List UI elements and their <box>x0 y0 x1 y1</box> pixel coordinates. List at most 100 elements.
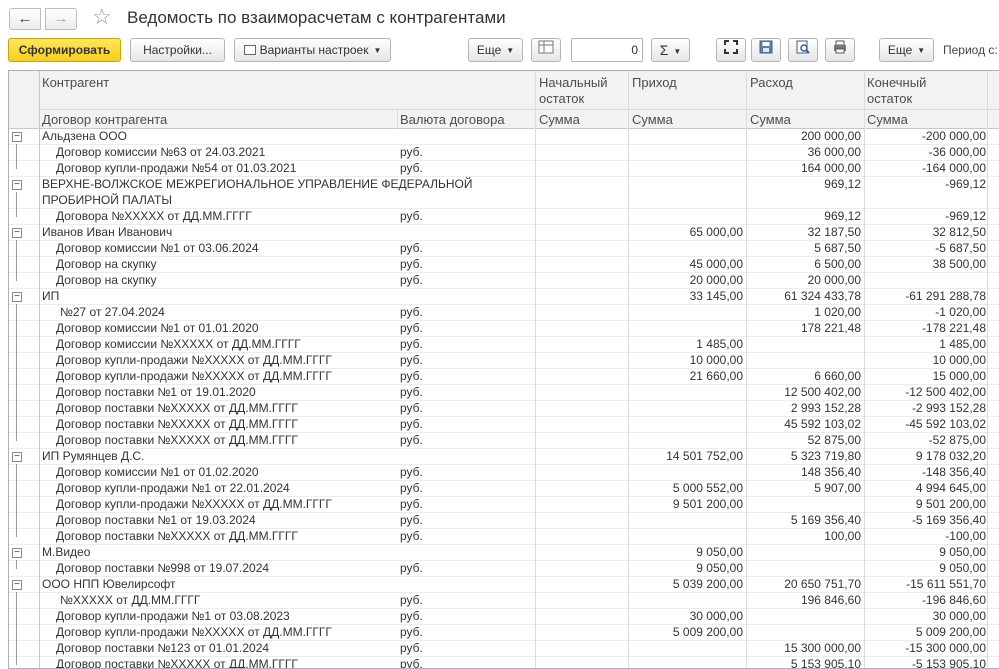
collapse-toggle-icon[interactable]: − <box>12 228 22 238</box>
table-row[interactable]: Договор на скупку руб. 45 000,00 6 500,00 38… <box>9 257 999 273</box>
closing-cell: 9 501 200,00 <box>915 497 986 511</box>
closing-cell: 5 009 200,00 <box>915 625 986 639</box>
table-row[interactable]: Договор купли-продажи №XXXXX от ДД.ММ.ГГ… <box>9 369 999 385</box>
table-row[interactable]: Договор комиссии №1 от 01.01.2020 руб. 178… <box>9 321 999 337</box>
contract-name: Договор поставки №XXXXX от ДД.ММ.ГГГГ <box>56 401 298 415</box>
collapse-toggle-icon[interactable]: − <box>12 548 22 558</box>
collapse-toggle-icon[interactable]: − <box>12 452 22 462</box>
table-row[interactable]: Договор поставки №1 от 19.01.2020 руб. 12 … <box>9 385 999 401</box>
preview-icon[interactable] <box>788 38 818 62</box>
variants-button[interactable]: Варианты настроек ▼ <box>234 38 391 62</box>
table-row[interactable]: Договор поставки №XXXXX от ДД.ММ.ГГГГ руб… <box>9 401 999 417</box>
contract-name: Договор комиссии №XXXXX от ДД.ММ.ГГГГ <box>56 337 301 351</box>
contract-name: №XXXXX от ДД.ММ.ГГГГ <box>60 593 201 607</box>
income-cell: 9 501 200,00 <box>672 497 743 511</box>
save-icon[interactable] <box>751 38 781 62</box>
collapse-toggle-icon[interactable]: − <box>12 132 22 142</box>
table-row[interactable]: Договор купли-продажи №1 от 22.01.2024 ру… <box>9 481 999 497</box>
closing-cell: 30 000,00 <box>932 609 986 623</box>
income-cell: 5 000 552,00 <box>672 481 743 495</box>
table-row[interactable]: Договор поставки №1 от 19.03.2024 руб. 5 1… <box>9 513 999 529</box>
closing-cell: 1 485,00 <box>939 337 986 351</box>
currency-cell: руб. <box>400 609 423 623</box>
table-row[interactable]: Договора №XXXXX от ДД.ММ.ГГГГ руб. 969,12 -… <box>9 209 999 225</box>
closing-cell: -45 592 103,02 <box>905 417 986 431</box>
income-cell: 33 145,00 <box>689 289 743 303</box>
currency-cell: руб. <box>400 401 423 415</box>
table-row[interactable]: Договор на скупку руб. 20 000,00 20 000,00 <box>9 273 999 289</box>
collapse-toggle-icon[interactable]: − <box>12 292 22 302</box>
expense-cell: 61 324 433,78 <box>784 289 861 303</box>
expense-cell: 6 660,00 <box>814 369 861 383</box>
contract-name: Договор поставки №998 от 19.07.2024 <box>56 561 270 575</box>
more-button-1[interactable]: Еще ▼ <box>468 38 523 62</box>
currency-cell: руб. <box>400 641 423 655</box>
table-row[interactable]: №27 от 27.04.2024 руб. 1 020,00 -1 020,00 <box>9 305 999 321</box>
counterparty-name: Альдзена ООО <box>42 129 127 143</box>
table-row[interactable]: Договор купли-продажи №1 от 03.08.2023 ру… <box>9 609 999 625</box>
counterparty-name: Иванов Иван Иванович <box>42 225 173 239</box>
forward-button[interactable]: → <box>45 8 77 30</box>
table-row[interactable]: Договор поставки №XXXXX от ДД.ММ.ГГГГ руб… <box>9 657 999 669</box>
closing-cell: -5 687,50 <box>935 241 986 255</box>
closing-cell: 9 050,00 <box>939 561 986 575</box>
table-row[interactable]: Договор купли-продажи №XXXXX от ДД.ММ.ГГ… <box>9 353 999 369</box>
generate-button[interactable]: Сформировать <box>8 38 121 62</box>
table-row[interactable]: Договор поставки №123 от 01.01.2024 руб. 1… <box>9 641 999 657</box>
sum-button[interactable]: Σ ▼ <box>651 38 690 62</box>
income-cell: 10 000,00 <box>689 353 743 367</box>
income-cell: 45 000,00 <box>689 257 743 271</box>
table-row[interactable]: Договор поставки №XXXXX от ДД.ММ.ГГГГ руб… <box>9 417 999 433</box>
number-field[interactable]: 0 <box>571 38 643 62</box>
table-row[interactable]: Договор комиссии №1 от 01.02.2020 руб. 148… <box>9 465 999 481</box>
group-row[interactable]: − ООО НПП Ювелирсофт 5 039 200,00 20 650 75… <box>9 577 999 593</box>
table-row[interactable]: №XXXXX от ДД.ММ.ГГГГ руб. 196 846,60 -196 8… <box>9 593 999 609</box>
currency-cell: руб. <box>400 385 423 399</box>
table-row[interactable]: Договор поставки №998 от 19.07.2024 руб. 9… <box>9 561 999 577</box>
table-row[interactable]: Договор купли-продажи №XXXXX от ДД.ММ.ГГ… <box>9 625 999 641</box>
table-row[interactable]: Договор купли-продажи №54 от 01.03.2021 р… <box>9 161 999 177</box>
table-settings-icon[interactable] <box>531 38 561 62</box>
group-row[interactable]: − М.Видео 9 050,00 9 050,00 <box>9 545 999 561</box>
table-row[interactable]: Договор поставки №XXXXX от ДД.ММ.ГГГГ руб… <box>9 529 999 545</box>
group-row[interactable]: − ИП 33 145,00 61 324 433,78 -61 291 288,78 <box>9 289 999 305</box>
expense-cell: 178 221,48 <box>800 321 861 335</box>
chevron-down-icon: ▼ <box>373 46 382 55</box>
group-row[interactable]: − ВЕРХНЕ-ВОЛЖСКОЕ МЕЖРЕГИОНАЛЬНОЕ УПРАВЛЕ… <box>9 177 999 209</box>
collapse-toggle-icon[interactable]: − <box>12 580 22 590</box>
currency-cell: руб. <box>400 209 423 223</box>
contract-name: №27 от 27.04.2024 <box>60 305 165 319</box>
contract-name: Договор комиссии №1 от 03.06.2024 <box>56 241 259 255</box>
counterparty-name-line2: ПРОБИРНОЙ ПАЛАТЫ <box>42 193 172 207</box>
more-button-2[interactable]: Еще ▼ <box>879 38 934 62</box>
closing-cell: -12 500 402,00 <box>905 385 986 399</box>
group-row[interactable]: − ИП Румянцев Д.С. 14 501 752,00 5 323 719,… <box>9 449 999 465</box>
contract-name: Договор купли-продажи №XXXXX от ДД.ММ.ГГ… <box>56 353 332 367</box>
table-row[interactable]: Договор купли-продажи №XXXXX от ДД.ММ.ГГ… <box>9 497 999 513</box>
closing-cell: 9 050,00 <box>939 545 986 559</box>
back-button[interactable]: ← <box>9 8 41 30</box>
table-row[interactable]: Договор комиссии №1 от 03.06.2024 руб. 5 6… <box>9 241 999 257</box>
group-row[interactable]: − Альдзена ООО 200 000,00 -200 000,00 <box>9 129 999 145</box>
favorite-star-icon[interactable]: ☆ <box>92 5 112 29</box>
arrow-right-icon: → <box>53 10 69 27</box>
chevron-down-icon: ▼ <box>673 47 682 56</box>
table-row[interactable]: Договор комиссии №63 от 24.03.2021 руб. 36… <box>9 145 999 161</box>
expense-cell: 5 153 905,10 <box>790 657 861 669</box>
print-icon[interactable] <box>825 38 855 62</box>
settings-button[interactable]: Настройки... <box>130 38 225 62</box>
fullscreen-icon[interactable] <box>716 38 746 62</box>
closing-cell: 4 994 645,00 <box>915 481 986 495</box>
expense-cell: 5 323 719,80 <box>790 449 861 463</box>
contract-name: Договор поставки №123 от 01.01.2024 <box>56 641 270 655</box>
report-table[interactable]: Контрагент Договор контрагента Валюта до… <box>8 70 999 669</box>
currency-cell: руб. <box>400 257 423 271</box>
page-title: Ведомость по взаиморасчетам с контрагент… <box>127 8 506 27</box>
group-row[interactable]: − Иванов Иван Иванович 65 000,00 32 187,50 3… <box>9 225 999 241</box>
table-row[interactable]: Договор комиссии №XXXXX от ДД.ММ.ГГГГ руб… <box>9 337 999 353</box>
expense-cell: 200 000,00 <box>800 129 861 143</box>
collapse-toggle-icon[interactable]: − <box>12 180 22 190</box>
table-row[interactable]: Договор поставки №XXXXX от ДД.ММ.ГГГГ руб… <box>9 433 999 449</box>
currency-cell: руб. <box>400 657 423 669</box>
expense-cell: 969,12 <box>824 209 861 223</box>
